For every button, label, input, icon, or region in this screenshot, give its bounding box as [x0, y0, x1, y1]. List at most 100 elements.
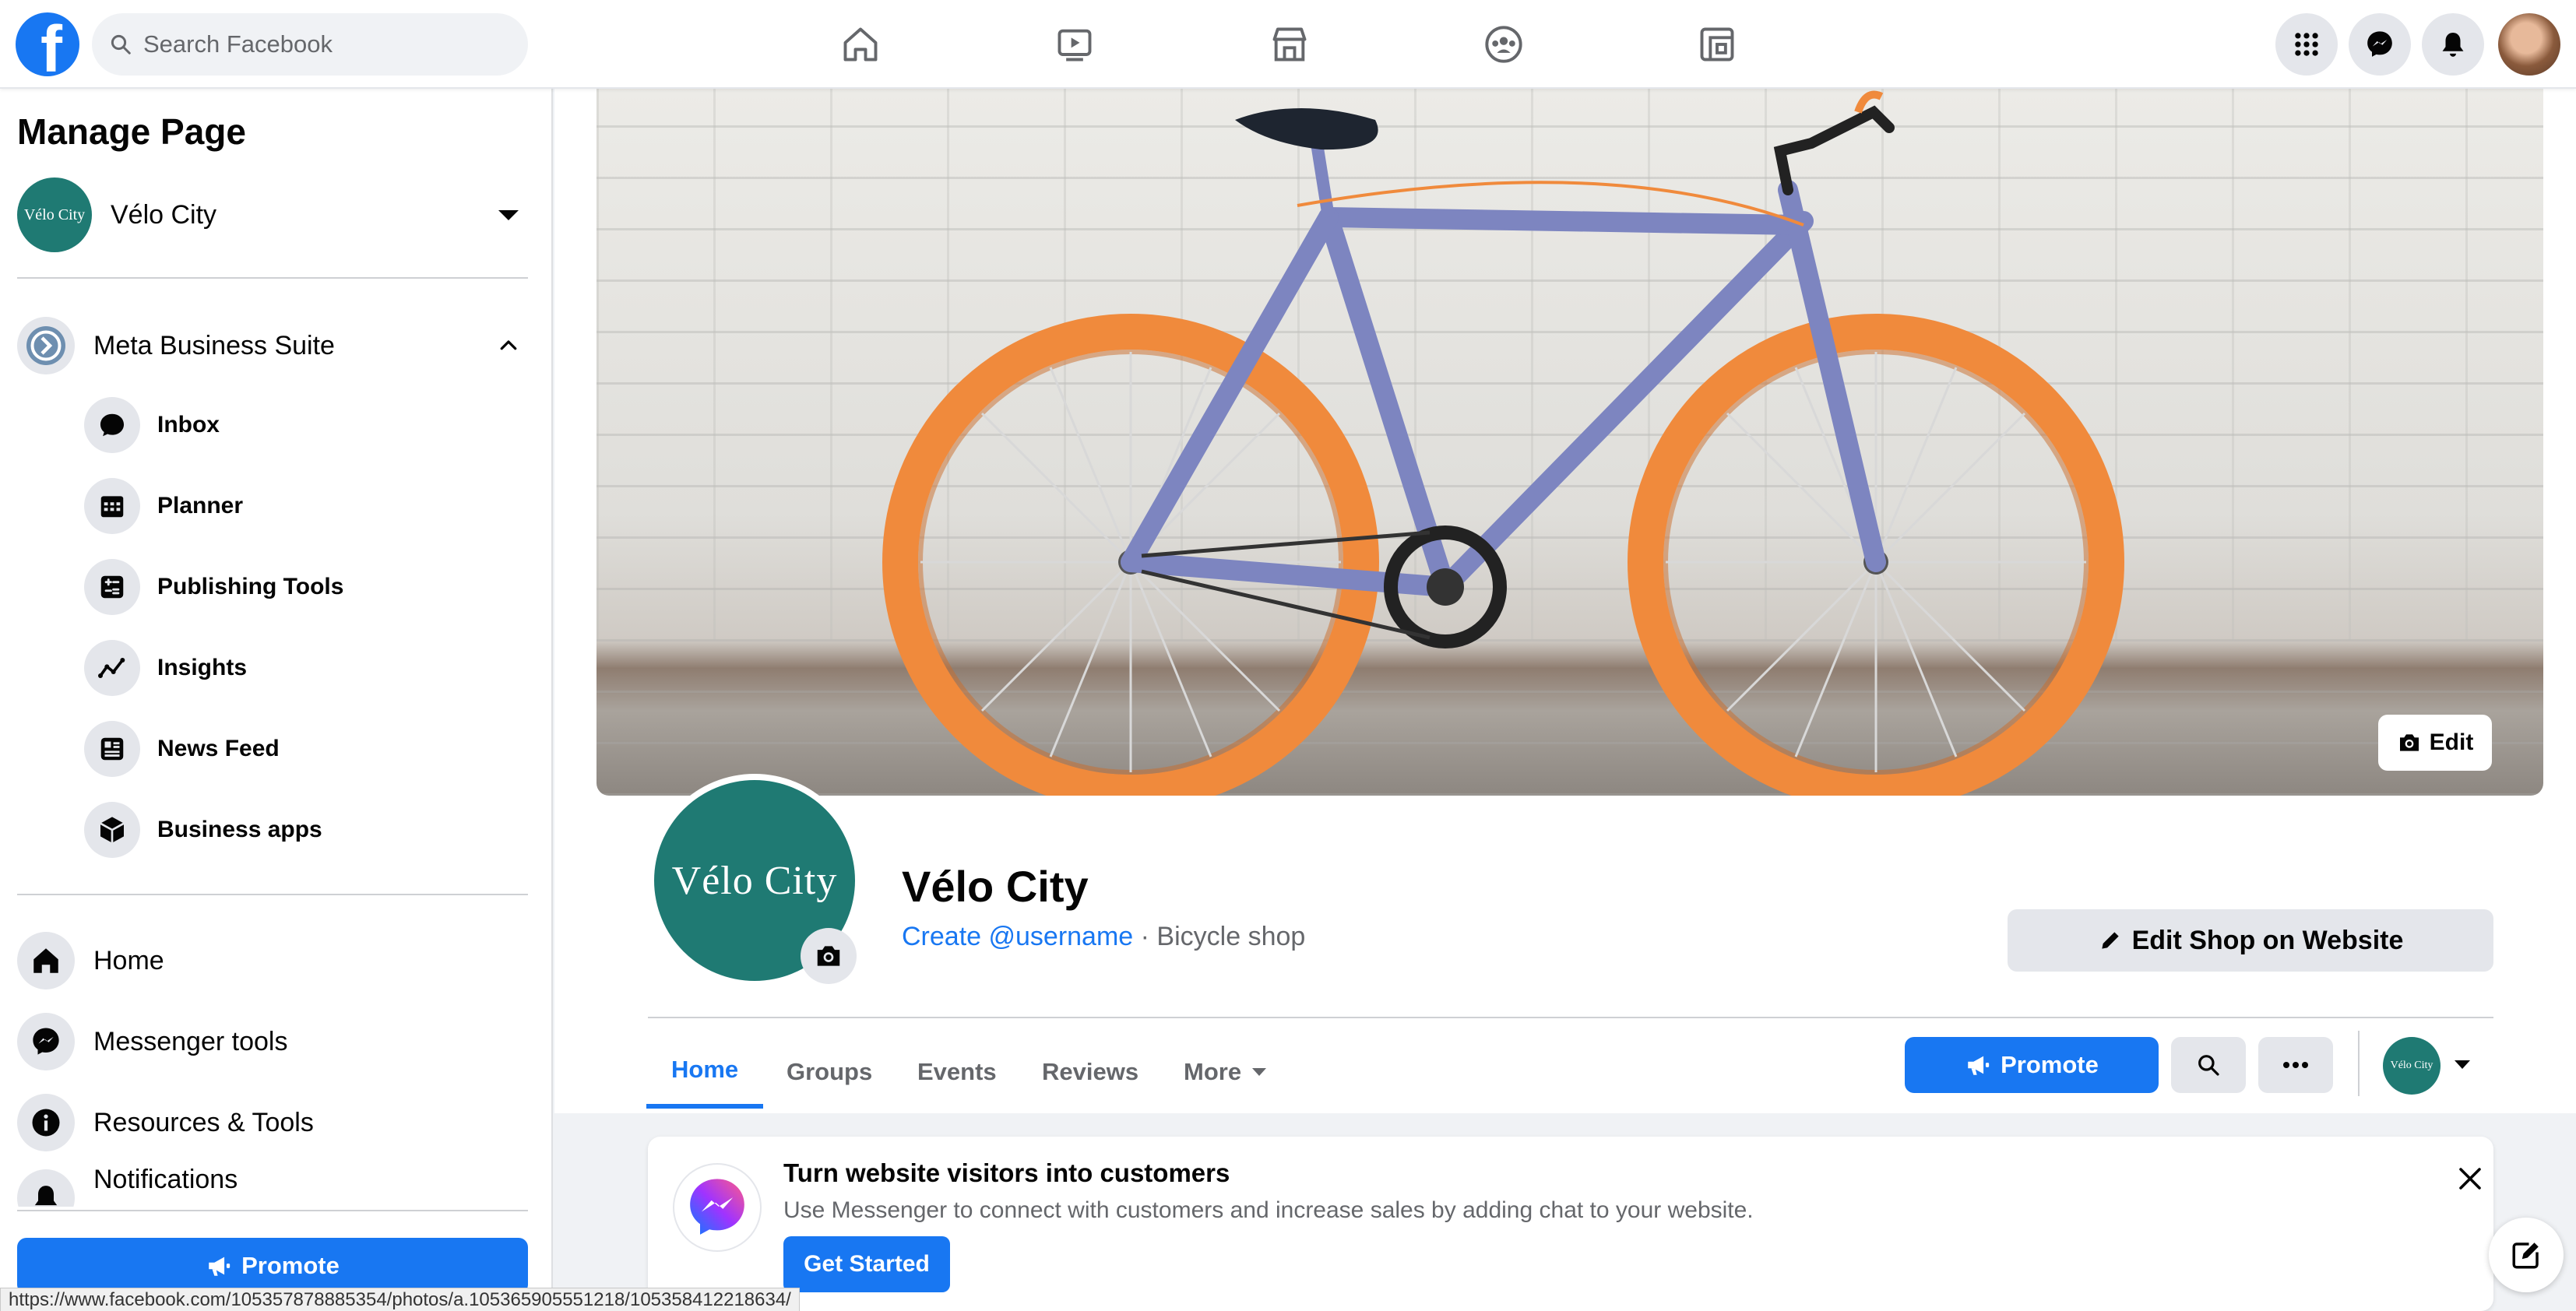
- sidebar-promote-button[interactable]: Promote: [17, 1238, 528, 1294]
- info-icon: [17, 1094, 75, 1151]
- page-subtitle: Create @username · Bicycle shop: [902, 922, 1305, 952]
- status-bar-url: https://www.facebook.com/105357878885354…: [0, 1288, 800, 1311]
- messenger-logo: [673, 1163, 762, 1252]
- sidebar-item-label: Business apps: [157, 817, 322, 842]
- sidebar-item-label: News Feed: [157, 736, 280, 761]
- edit-cover-label: Edit: [2429, 729, 2474, 755]
- tab-label: Groups: [787, 1058, 873, 1085]
- edit-shop-on-website-button[interactable]: Edit Shop on Website: [2008, 909, 2493, 972]
- compose-icon: [2512, 1242, 2539, 1269]
- close-icon[interactable]: [2451, 1160, 2489, 1197]
- promote-label: Promote: [2001, 1051, 2099, 1078]
- tab-label: Reviews: [1042, 1058, 1139, 1085]
- tab-reviews[interactable]: Reviews: [1017, 1035, 1163, 1109]
- search-box[interactable]: [92, 13, 528, 76]
- sidebar-item-label: Messenger tools: [93, 1026, 288, 1056]
- insights-icon: [84, 640, 140, 696]
- tab-home[interactable]: Home: [646, 1035, 764, 1109]
- watch-icon[interactable]: [1047, 17, 1102, 72]
- bell-icon: [17, 1169, 75, 1207]
- sidebar-divider: [17, 1210, 528, 1211]
- search-page-button[interactable]: [2171, 1037, 2246, 1093]
- gaming-icon[interactable]: [1690, 17, 1744, 72]
- sidebar-title: Manage Page: [17, 111, 246, 152]
- promote-button[interactable]: Promote: [1905, 1037, 2159, 1093]
- sidebar-item-resources-tools[interactable]: Resources & Tools: [17, 1091, 528, 1154]
- sidebar-item-publishing-tools[interactable]: Publishing Tools: [84, 556, 520, 618]
- update-profile-picture-button[interactable]: [801, 928, 857, 984]
- new-message-button[interactable]: [2489, 1218, 2564, 1292]
- page-switcher-name: Vélo City: [111, 199, 217, 230]
- tab-groups[interactable]: Groups: [762, 1035, 897, 1109]
- notifications-icon: [2442, 32, 2464, 57]
- bicycle-illustration: [882, 90, 2124, 796]
- caret-down-icon: [498, 209, 519, 220]
- tab-label: Home: [671, 1056, 739, 1083]
- groups-icon[interactable]: [1476, 17, 1531, 72]
- menu-grid-button[interactable]: [2275, 13, 2338, 76]
- publishing-tools-icon: [84, 559, 140, 615]
- meta-business-suite-toggle[interactable]: Meta Business Suite: [17, 315, 528, 377]
- camera-icon: [2399, 734, 2419, 751]
- caret-down-icon: [1252, 1068, 1267, 1076]
- sidebar-item-business-apps[interactable]: Business apps: [84, 799, 520, 861]
- sidebar-item-news-feed[interactable]: News Feed: [84, 718, 520, 780]
- chevron-up-icon: [500, 340, 517, 350]
- page-category[interactable]: Bicycle shop: [1156, 922, 1305, 951]
- chat-bubble-icon: [84, 397, 140, 453]
- camera-icon: [817, 946, 840, 966]
- meta-business-suite-label: Meta Business Suite: [93, 330, 335, 360]
- tab-events[interactable]: Events: [892, 1035, 1022, 1109]
- cover-photo[interactable]: [596, 89, 2543, 796]
- sidebar-item-home[interactable]: Home: [17, 930, 528, 992]
- home-icon[interactable]: [833, 17, 888, 72]
- sidebar-item-insights[interactable]: Insights: [84, 637, 520, 699]
- messenger-button[interactable]: [2349, 13, 2411, 76]
- account-avatar[interactable]: [2498, 13, 2560, 76]
- more-options-button[interactable]: [2258, 1037, 2333, 1093]
- sidebar-item-planner[interactable]: Planner: [84, 475, 520, 537]
- sidebar-item-notifications[interactable]: Notifications: [17, 1163, 528, 1207]
- notifications-button[interactable]: [2422, 13, 2484, 76]
- acting-as-avatar[interactable]: Vélo City: [2383, 1037, 2441, 1095]
- search-icon: [111, 34, 131, 54]
- messenger-icon: [690, 1179, 744, 1235]
- facebook-logo[interactable]: f: [16, 12, 79, 76]
- sidebar-item-messenger-tools[interactable]: Messenger tools: [17, 1010, 528, 1073]
- sidebar-item-label: Planner: [157, 493, 244, 518]
- marketplace-icon[interactable]: [1262, 17, 1317, 72]
- meta-business-suite-icon: [17, 317, 75, 374]
- sidebar-item-inbox[interactable]: Inbox: [84, 394, 520, 456]
- edit-shop-label: Edit Shop on Website: [2131, 925, 2404, 955]
- messenger-promo-card: Turn website visitors into customers Use…: [648, 1137, 2493, 1311]
- page-avatar: Vélo City: [17, 177, 92, 252]
- messenger-icon: [17, 1013, 75, 1070]
- menu-grid-icon: [2295, 33, 2318, 56]
- subtitle-separator: ·: [1133, 922, 1157, 951]
- sidebar-item-label: Publishing Tools: [157, 574, 344, 599]
- home-icon: [17, 932, 75, 989]
- messenger-icon: [2367, 31, 2392, 57]
- sidebar-item-label: Inbox: [157, 412, 220, 438]
- get-started-button[interactable]: Get Started: [783, 1236, 950, 1292]
- tab-label: Events: [917, 1058, 997, 1085]
- tab-more[interactable]: More: [1159, 1035, 1291, 1109]
- search-input[interactable]: [143, 30, 486, 58]
- sidebar-item-label: Notifications: [93, 1165, 238, 1194]
- sidebar-divider: [17, 277, 528, 279]
- megaphone-icon: [209, 1257, 231, 1276]
- promo-description: Use Messenger to connect with customers …: [783, 1197, 1754, 1223]
- news-feed-icon: [84, 721, 140, 777]
- sidebar-item-label: Home: [93, 945, 164, 975]
- create-username-link[interactable]: Create @username: [902, 922, 1133, 951]
- pencil-icon: [2101, 932, 2119, 949]
- cube-icon: [84, 802, 140, 858]
- actions-separator: [2358, 1031, 2360, 1096]
- sidebar-promote-label: Promote: [241, 1252, 340, 1279]
- edit-cover-button[interactable]: Edit: [2378, 715, 2492, 771]
- caret-down-icon[interactable]: [2455, 1060, 2470, 1069]
- tabs-divider: [648, 1017, 2493, 1018]
- page-switcher[interactable]: Vélo City Vélo City: [17, 176, 528, 254]
- page-title: Vélo City: [902, 862, 1089, 911]
- top-navigation-bar: f: [0, 0, 2576, 89]
